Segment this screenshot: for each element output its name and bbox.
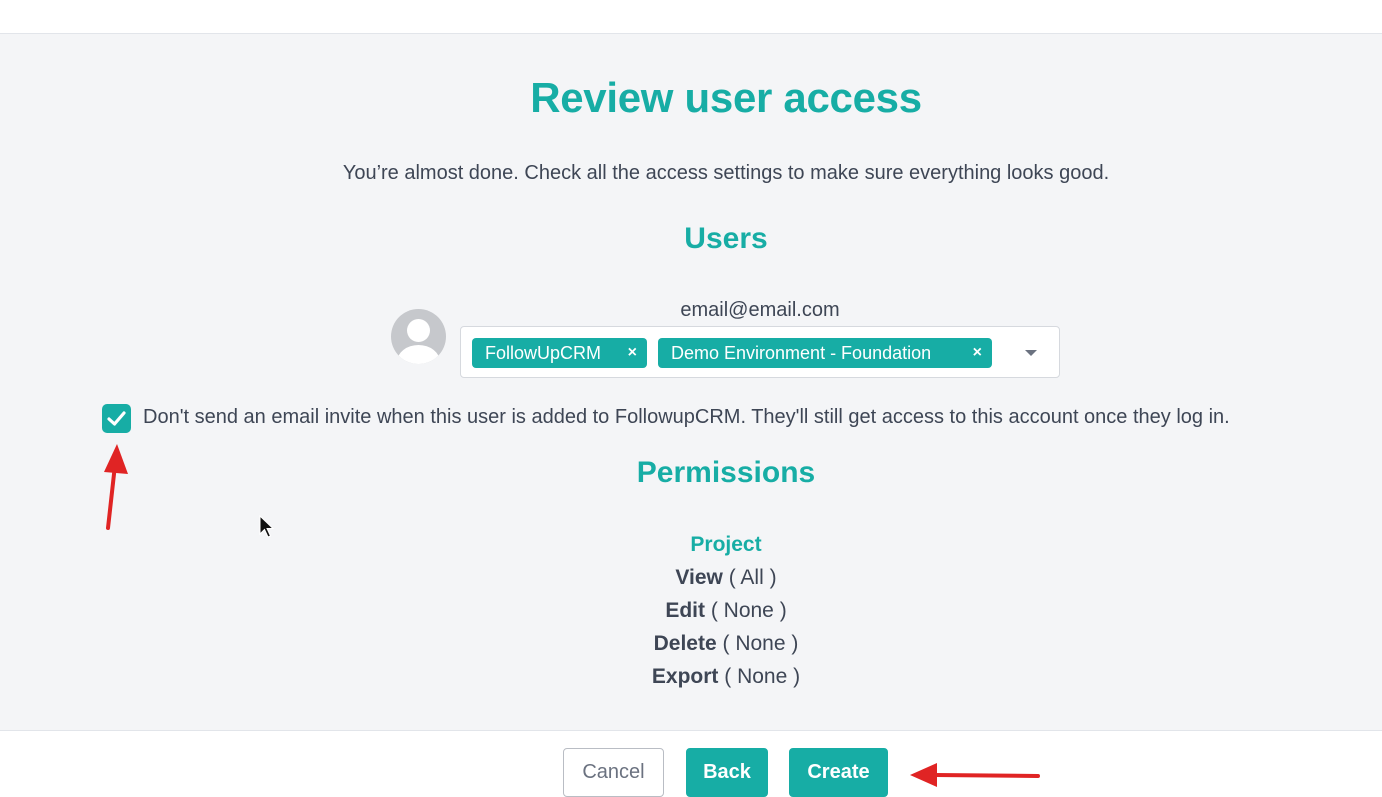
tag-followupcrm: FollowUpCRM × [472,338,647,368]
cancel-button[interactable]: Cancel [563,748,664,797]
permission-row: View ( All ) [0,566,1382,590]
user-email: email@email.com [680,299,840,321]
caret-down-icon[interactable] [1025,350,1037,356]
tag-label: Demo Environment - Foundation [671,343,932,363]
check-icon [107,411,126,426]
permission-name: Export [651,665,719,688]
permissions-heading: Permissions [636,456,816,489]
permission-row: Edit ( None ) [0,599,1382,623]
permission-category: Project [690,533,762,556]
permission-name: Delete [653,632,717,655]
permission-name: Edit [665,599,705,622]
account-multi-select[interactable]: FollowUpCRM × Demo Environment - Foundat… [460,326,1060,378]
permission-row: Delete ( None ) [0,632,1382,656]
no-email-invite-label: Don't send an email invite when this use… [143,406,1230,428]
page-subtitle: You’re almost done. Check all the access… [342,162,1110,184]
permission-row: Export ( None ) [0,665,1382,689]
tag-demo-environment: Demo Environment - Foundation × [658,338,992,368]
footer-bar: Cancel Back Create [0,730,1382,797]
avatar-body [397,345,440,364]
tag-remove-icon[interactable]: × [973,338,982,368]
tag-label: FollowUpCRM [485,343,602,363]
tag-remove-icon[interactable]: × [628,338,637,368]
page-title: Review user access [530,74,922,121]
users-heading: Users [684,222,768,255]
permission-value: ( None ) [724,665,801,688]
user-avatar-icon [391,309,446,364]
avatar-head [407,319,430,342]
no-email-invite-checkbox[interactable] [102,404,131,433]
back-button[interactable]: Back [686,748,768,797]
permission-value: ( None ) [710,599,787,622]
permission-value: ( None ) [722,632,799,655]
create-button[interactable]: Create [789,748,888,797]
permission-name: View [675,566,723,589]
permission-value: ( All ) [728,566,777,589]
top-bar [0,0,1382,34]
